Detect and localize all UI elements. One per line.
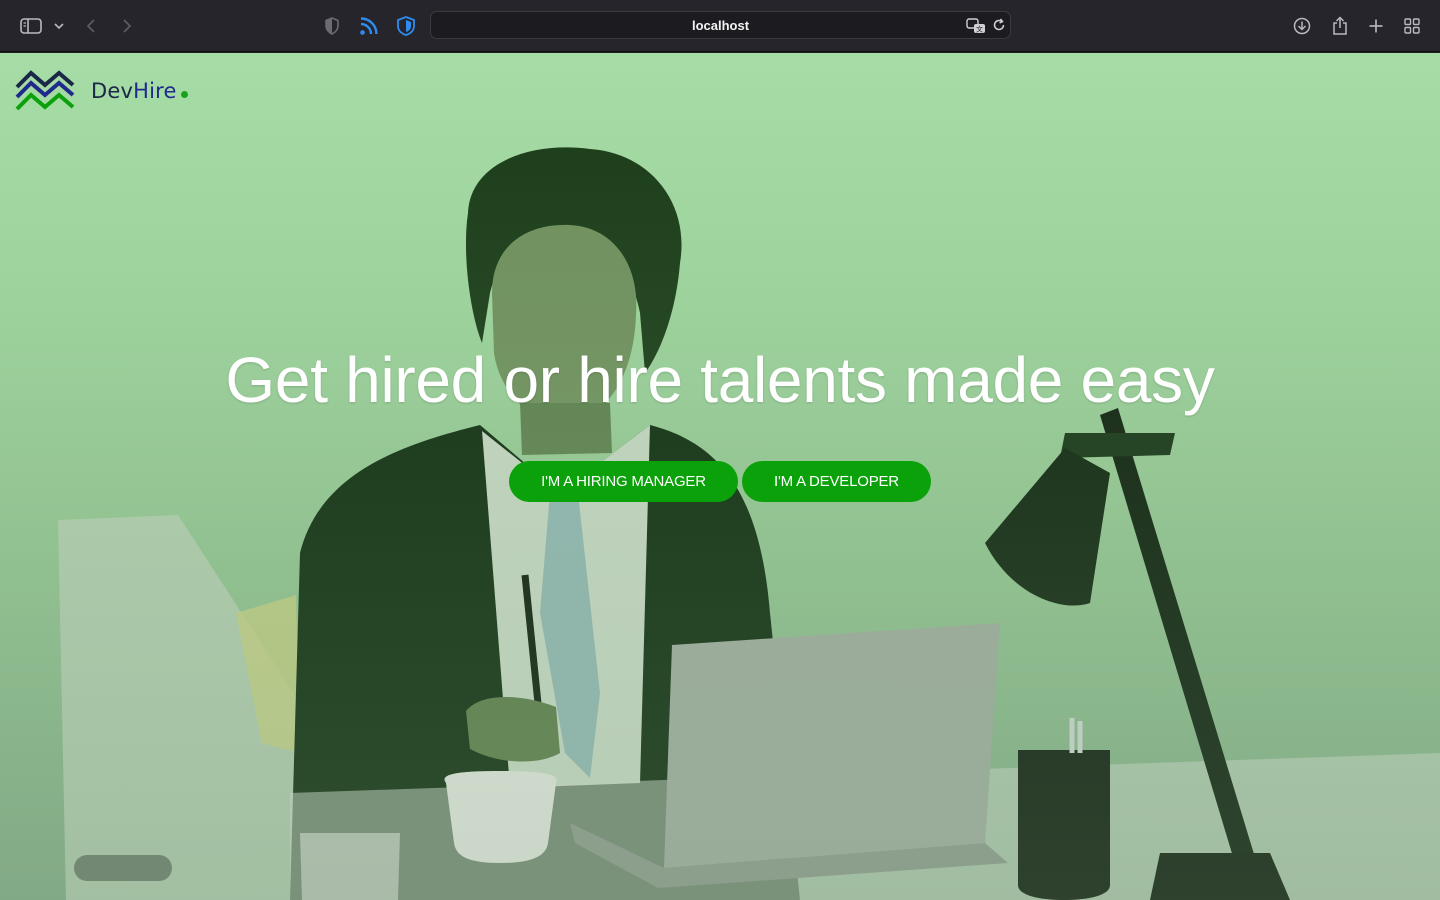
password-icon[interactable] <box>395 12 417 40</box>
back-icon[interactable] <box>82 12 100 40</box>
url-text: localhost <box>691 17 750 33</box>
forward-icon[interactable] <box>118 12 136 40</box>
shield-icon[interactable] <box>322 12 342 40</box>
address-bar[interactable]: localhost 文 <box>430 11 1011 39</box>
hero-headline: Get hired or hire talents made easy <box>225 344 1215 416</box>
logo-wordmark: DevHire <box>91 79 188 103</box>
share-icon[interactable] <box>1330 12 1350 40</box>
download-icon[interactable] <box>1292 12 1312 40</box>
logo-icon <box>15 70 75 111</box>
developer-button[interactable]: I'M A DEVELOPER <box>742 461 931 502</box>
logo-text-hire: Hire <box>133 79 177 103</box>
new-tab-icon[interactable] <box>1366 12 1386 40</box>
sidebar-icon[interactable] <box>18 12 44 40</box>
svg-text:文: 文 <box>976 25 983 34</box>
cta-group: I'M A HIRING MANAGER I'M A DEVELOPER <box>0 461 1440 502</box>
browser-toolbar: localhost 文 <box>0 0 1440 52</box>
rss-icon[interactable] <box>358 12 380 40</box>
logo-text-dev: Dev <box>91 79 134 103</box>
logo[interactable]: DevHire <box>15 69 188 113</box>
landing-page: DevHire Get hired or hire talents made e… <box>0 53 1440 900</box>
translate-icon[interactable]: 文 <box>966 18 986 39</box>
chevron-down-icon[interactable] <box>52 12 66 40</box>
logo-dot <box>180 91 188 98</box>
tab-overview-icon[interactable] <box>1402 12 1422 40</box>
hiring-manager-button[interactable]: I'M A HIRING MANAGER <box>509 461 738 502</box>
reload-icon[interactable] <box>992 18 1006 37</box>
